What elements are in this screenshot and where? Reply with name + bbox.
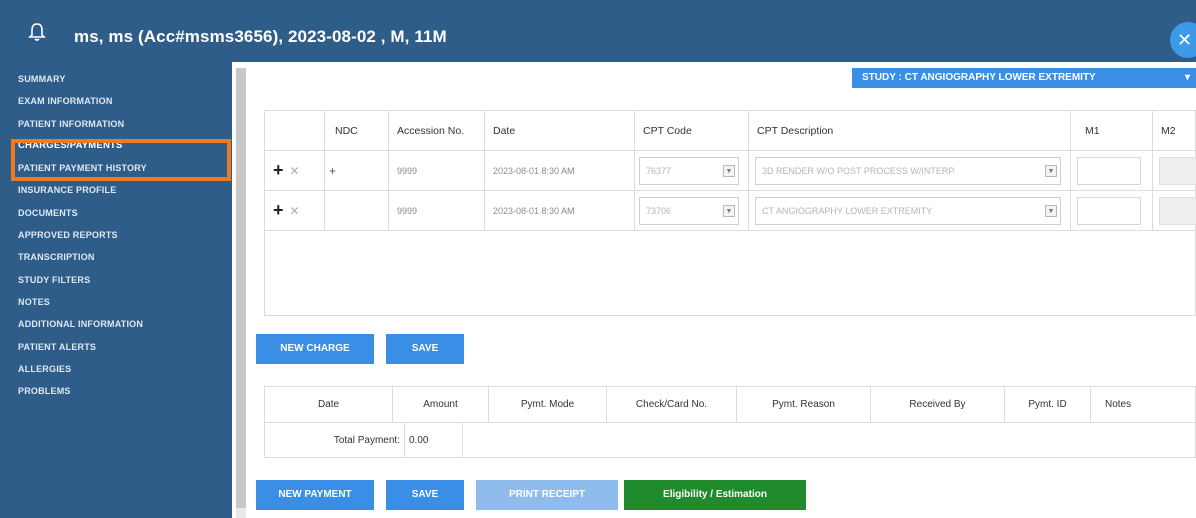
cpt-code-value: 76377	[646, 165, 672, 176]
column-header-date: Date	[485, 111, 635, 150]
cpt-code-select[interactable]: 76377 ▼	[639, 156, 739, 185]
column-header-accession: Accession No.	[389, 111, 485, 150]
close-icon[interactable]: ✕	[1170, 22, 1196, 58]
add-icon[interactable]: +	[273, 160, 284, 181]
sidebar-item-exam-information[interactable]: EXAM INFORMATION	[0, 90, 232, 112]
column-header-amount: Amount	[393, 387, 489, 422]
charge-m2-cell	[1153, 191, 1196, 230]
remove-icon[interactable]: ✕	[290, 204, 300, 218]
sidebar-item-charges-payments[interactable]: CHARGES/PAYMENTS	[0, 135, 232, 157]
total-payment-value: 0.00	[405, 423, 463, 457]
sidebar-menu: SUMMARY EXAM INFORMATION PATIENT INFORMA…	[0, 62, 232, 402]
charge-cpt-description-cell: CT ANGIOGRAPHY LOWER EXTREMITY ▼	[749, 191, 1071, 230]
remove-icon[interactable]: ✕	[290, 164, 300, 178]
column-header-payment-reason: Pymt. Reason	[737, 387, 871, 422]
modifier-2-input[interactable]	[1159, 196, 1196, 225]
payments-header-row: Date Amount Pymt. Mode Check/Card No. Py…	[265, 387, 1195, 423]
eligibility-estimation-button[interactable]: Eligibility / Estimation	[624, 480, 806, 510]
charges-header-row: NDC Accession No. Date CPT Code CPT Desc…	[265, 111, 1196, 151]
sidebar-item-patient-alerts[interactable]: PATIENT ALERTS	[0, 336, 232, 358]
column-header-m2: M2	[1161, 124, 1176, 137]
sidebar-item-problems[interactable]: PROBLEMS	[0, 380, 232, 402]
patient-header: ms, ms (Acc#msms3656), 2023-08-02 , M, 1…	[0, 0, 1196, 62]
cpt-description-select[interactable]: CT ANGIOGRAPHY LOWER EXTREMITY ▼	[755, 196, 1061, 225]
cpt-description-value: 3D RENDER W/O POST PROCESS W/INTERP	[762, 165, 955, 176]
add-icon[interactable]: +	[273, 200, 284, 221]
sidebar-item-summary[interactable]: SUMMARY	[0, 68, 232, 90]
new-payment-button[interactable]: NEW PAYMENT	[256, 480, 374, 510]
sidebar-item-additional-information[interactable]: ADDITIONAL INFORMATION	[0, 313, 232, 335]
chevron-down-icon[interactable]: ▼	[1045, 164, 1057, 177]
charge-cpt-description-cell: 3D RENDER W/O POST PROCESS W/INTERP ▼	[749, 151, 1071, 190]
charge-cpt-code-cell: 76377 ▼	[635, 151, 749, 190]
cpt-description-select[interactable]: 3D RENDER W/O POST PROCESS W/INTERP ▼	[755, 156, 1061, 185]
save-charge-button[interactable]: SAVE	[386, 334, 464, 364]
chevron-down-icon: ▾	[1184, 72, 1190, 83]
sidebar-item-approved-reports[interactable]: APPROVED REPORTS	[0, 224, 232, 246]
total-payment-label: Total Payment:	[265, 423, 405, 457]
scrollbar-thumb[interactable]	[236, 68, 246, 508]
charge-row: + ✕ + 9999 2023-08-01 8:30 AM 76377 ▼ 3D…	[265, 151, 1196, 191]
save-payment-button[interactable]: SAVE	[386, 480, 464, 510]
charges-header-actions	[265, 111, 325, 150]
modifier-1-input[interactable]	[1077, 196, 1141, 225]
charge-m1-cell	[1071, 191, 1153, 230]
print-receipt-button[interactable]: PRINT RECEIPT	[476, 480, 618, 510]
column-header-notes: Notes	[1105, 399, 1132, 410]
charge-accession: 9999	[389, 191, 485, 230]
column-header-date: Date	[265, 387, 393, 422]
chevron-down-icon[interactable]: ▼	[1045, 204, 1057, 217]
sidebar-item-study-filters[interactable]: STUDY FILTERS	[0, 269, 232, 291]
charge-row-actions: + ✕	[265, 151, 325, 190]
cpt-description-value: CT ANGIOGRAPHY LOWER EXTREMITY	[762, 205, 933, 216]
charge-m1-cell	[1071, 151, 1153, 190]
charge-m2-cell	[1153, 151, 1196, 190]
charge-date: 2023-08-01 8:30 AM	[485, 151, 635, 190]
sidebar-item-patient-information[interactable]: PATIENT INFORMATION	[0, 113, 232, 135]
bell-icon[interactable]	[28, 22, 46, 42]
charge-row-actions: + ✕	[265, 191, 325, 230]
charge-date: 2023-08-01 8:30 AM	[485, 191, 635, 230]
charge-ndc-cell: +	[325, 151, 389, 190]
cpt-code-select[interactable]: 73706 ▼	[639, 196, 739, 225]
study-selector[interactable]: STUDY : CT ANGIOGRAPHY LOWER EXTREMITY ▾	[852, 68, 1196, 88]
modifier-1-input[interactable]	[1077, 156, 1141, 185]
sidebar-item-allergies[interactable]: ALLERGIES	[0, 358, 232, 380]
charge-row: + ✕ 9999 2023-08-01 8:30 AM 73706 ▼ CT A…	[265, 191, 1196, 231]
column-header-check-card-no: Check/Card No.	[607, 387, 737, 422]
column-header-cpt-code: CPT Code	[635, 111, 749, 150]
new-charge-button[interactable]: NEW CHARGE	[256, 334, 374, 364]
cpt-code-value: 73706	[646, 205, 672, 216]
chevron-down-icon[interactable]: ▼	[723, 164, 735, 177]
sidebar: SUMMARY EXAM INFORMATION PATIENT INFORMA…	[0, 62, 232, 518]
column-header-payment-id: Pymt. ID	[1005, 387, 1091, 422]
charge-cpt-code-cell: 73706 ▼	[635, 191, 749, 230]
sidebar-item-notes[interactable]: NOTES	[0, 291, 232, 313]
sidebar-item-insurance-profile[interactable]: INSURANCE PROFILE	[0, 179, 232, 201]
sidebar-item-documents[interactable]: DOCUMENTS	[0, 202, 232, 224]
sidebar-item-patient-payment-history[interactable]: PATIENT PAYMENT HISTORY	[0, 157, 232, 179]
modifier-2-input[interactable]	[1159, 156, 1196, 185]
column-header-m1: M1	[1071, 111, 1153, 150]
column-header-received-by: Received By	[871, 387, 1005, 422]
column-header-ndc: NDC	[325, 111, 389, 150]
add-ndc-icon[interactable]: +	[329, 164, 336, 178]
column-header-cpt-description: CPT Description	[749, 111, 1071, 150]
charge-ndc-cell	[325, 191, 389, 230]
patient-title: ms, ms (Acc#msms3656), 2023-08-02 , M, 1…	[74, 27, 447, 46]
charges-table: NDC Accession No. Date CPT Code CPT Desc…	[264, 110, 1196, 316]
payments-total-row: Total Payment: 0.00	[265, 423, 1195, 457]
payments-table: Date Amount Pymt. Mode Check/Card No. Py…	[264, 386, 1196, 458]
column-header-payment-mode: Pymt. Mode	[489, 387, 607, 422]
study-selector-label: STUDY : CT ANGIOGRAPHY LOWER EXTREMITY	[862, 72, 1096, 83]
sidebar-item-transcription[interactable]: TRANSCRIPTION	[0, 246, 232, 268]
chevron-down-icon[interactable]: ▼	[723, 204, 735, 217]
charge-accession: 9999	[389, 151, 485, 190]
